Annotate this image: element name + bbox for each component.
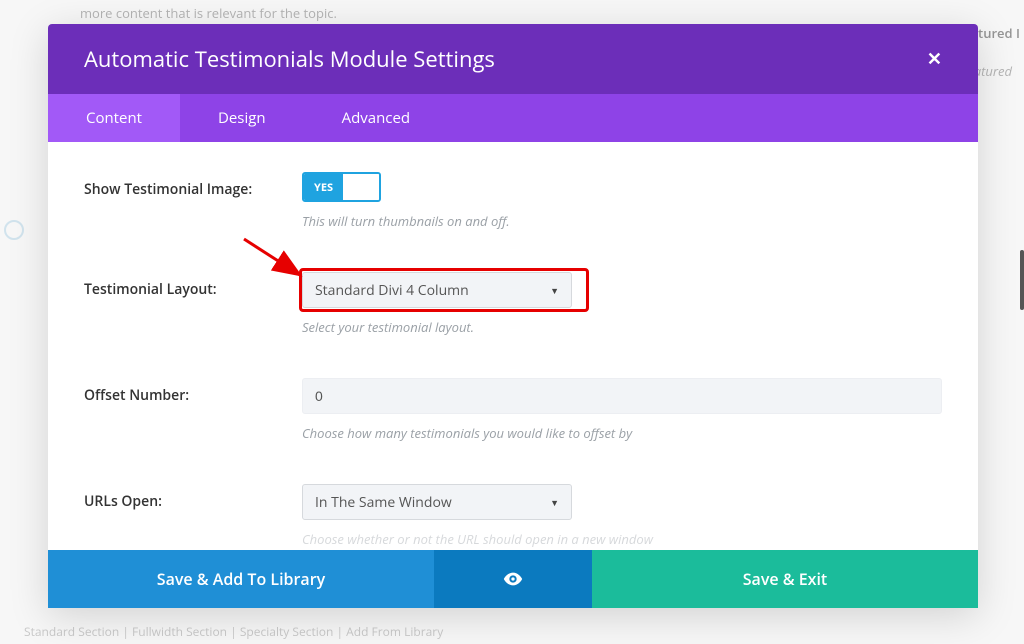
modal-footer: Save & Add To Library Save & Exit xyxy=(48,550,978,608)
modal-tab-bar: Content Design Advanced xyxy=(48,94,978,142)
setting-urls-open: URLs Open: In The Same Window ▼ Choose w… xyxy=(84,484,942,548)
modal-title: Automatic Testimonials Module Settings xyxy=(84,44,495,74)
settings-modal: Automatic Testimonials Module Settings ✕… xyxy=(48,24,978,608)
tab-content[interactable]: Content xyxy=(48,94,180,142)
toggle-handle xyxy=(343,174,379,200)
help-layout: Select your testimonial layout. xyxy=(302,318,942,336)
help-offset: Choose how many testimonials you would l… xyxy=(302,424,942,442)
page-scrollbar-thumb[interactable] xyxy=(1020,250,1024,310)
select-urls-open[interactable]: In The Same Window ▼ xyxy=(302,484,572,520)
chevron-down-icon: ▼ xyxy=(550,284,559,297)
setting-show-image: Show Testimonial Image: YES This will tu… xyxy=(84,172,942,230)
tab-design[interactable]: Design xyxy=(180,94,304,142)
save-add-library-button[interactable]: Save & Add To Library xyxy=(48,550,434,608)
label-show-image: Show Testimonial Image: xyxy=(84,172,302,199)
background-circle-decoration xyxy=(4,220,24,240)
toggle-yes-label: YES xyxy=(304,174,343,200)
preview-button[interactable] xyxy=(434,550,592,608)
eye-icon xyxy=(502,568,524,590)
select-layout[interactable]: Standard Divi 4 Column ▼ xyxy=(302,272,572,308)
modal-body: Show Testimonial Image: YES This will tu… xyxy=(48,142,978,550)
close-icon[interactable]: ✕ xyxy=(927,47,942,71)
label-offset: Offset Number: xyxy=(84,378,302,405)
toggle-show-image[interactable]: YES xyxy=(302,172,381,202)
background-footer-links: Standard Section | Fullwidth Section | S… xyxy=(24,623,443,640)
help-urls-open: Choose whether or not the URL should ope… xyxy=(302,530,942,548)
save-exit-button[interactable]: Save & Exit xyxy=(592,550,978,608)
help-show-image: This will turn thumbnails on and off. xyxy=(302,212,942,230)
setting-layout: Testimonial Layout: Standard Divi 4 Colu… xyxy=(84,272,942,336)
label-urls-open: URLs Open: xyxy=(84,484,302,511)
input-offset[interactable] xyxy=(302,378,942,414)
select-urls-open-value: In The Same Window xyxy=(315,493,452,512)
chevron-down-icon: ▼ xyxy=(550,496,559,509)
background-text-top: more content that is relevant for the to… xyxy=(80,4,337,22)
label-layout: Testimonial Layout: xyxy=(84,272,302,299)
setting-offset: Offset Number: Choose how many testimoni… xyxy=(84,378,942,442)
modal-header: Automatic Testimonials Module Settings ✕ xyxy=(48,24,978,94)
select-layout-value: Standard Divi 4 Column xyxy=(315,281,469,300)
tab-advanced[interactable]: Advanced xyxy=(304,94,448,142)
